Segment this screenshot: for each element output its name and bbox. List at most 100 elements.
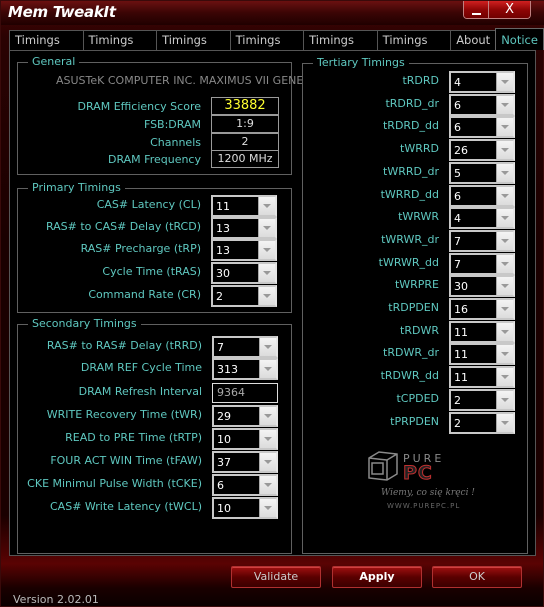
primary-3-combo[interactable]: 30 bbox=[211, 262, 277, 284]
tertiary-trdrd-dd-combo[interactable]: 6 bbox=[449, 116, 515, 139]
dropdown-button[interactable] bbox=[496, 368, 513, 387]
secondary-5-combo[interactable]: 37 bbox=[212, 451, 278, 473]
secondary-6-combo[interactable]: 6 bbox=[212, 474, 278, 496]
title-bar[interactable]: Mem TweakIt X bbox=[1, 1, 544, 25]
general-title: General bbox=[28, 55, 80, 69]
dropdown-button[interactable] bbox=[496, 254, 513, 273]
tertiary-trdwr-dd-combo[interactable]: 11 bbox=[449, 366, 515, 389]
tertiary-twrrd-dr-combo[interactable]: 5 bbox=[449, 161, 515, 184]
secondary-0-combo[interactable]: 7 bbox=[212, 336, 278, 358]
tertiary-trdpden-combo[interactable]: 16 bbox=[449, 298, 515, 320]
dropdown-button[interactable] bbox=[496, 322, 513, 341]
dropdown-button[interactable] bbox=[496, 186, 513, 205]
validate-button[interactable]: Validate bbox=[231, 566, 321, 588]
tertiary-twrrd-value: 26 bbox=[454, 144, 468, 158]
tertiary-trdwr-label: tRDWR bbox=[400, 323, 439, 337]
minimize-button[interactable] bbox=[464, 1, 490, 18]
purepc-logo-icon: PURE PC Wiemy, co się kręci ! WWW.PUREPC… bbox=[368, 451, 475, 510]
tertiary-twrrd-dd-combo[interactable]: 6 bbox=[449, 184, 515, 207]
chevron-down-icon bbox=[263, 248, 271, 252]
tab-timings-3[interactable]: Timings #3 bbox=[156, 30, 231, 66]
dropdown-button[interactable] bbox=[496, 163, 513, 182]
primary-1-combo[interactable]: 13 bbox=[211, 217, 277, 239]
tab-bar: Timings #1 Timings #2 Timings #3 Timings… bbox=[9, 28, 544, 66]
secondary-3-combo[interactable]: 29 bbox=[212, 405, 278, 427]
tertiary-tcpded-combo[interactable]: 2 bbox=[449, 388, 515, 411]
tab-timings-5[interactable]: Timings #5 bbox=[303, 30, 378, 66]
primary-0-combo[interactable]: 11 bbox=[211, 195, 277, 217]
tertiary-twrpre-combo[interactable]: 30 bbox=[449, 275, 515, 298]
primary-3-label: Cycle Time (tRAS) bbox=[102, 265, 201, 278]
tertiary-twrwr-dd-label: tWRWR_dd bbox=[378, 255, 439, 269]
refresh-interval-field[interactable]: 9364 bbox=[212, 383, 278, 403]
tab-timings-1[interactable]: Timings #1 bbox=[9, 30, 84, 66]
slogan: Wiemy, co się kręci ! bbox=[381, 488, 475, 498]
tertiary-timings-title: Tertiary Timings bbox=[313, 56, 409, 70]
tertiary-trdrd-dr-combo[interactable]: 6 bbox=[449, 93, 515, 116]
tertiary-twrrd-combo[interactable]: 26 bbox=[449, 139, 515, 162]
chevron-down-icon bbox=[501, 193, 509, 198]
version-label: Version 2.02.01 bbox=[13, 593, 99, 606]
brand-bottom: PC bbox=[403, 462, 433, 484]
dropdown-button[interactable] bbox=[496, 209, 513, 228]
secondary-2-label: DRAM Refresh Interval bbox=[78, 385, 202, 398]
secondary-3-value: 29 bbox=[217, 410, 231, 423]
secondary-4-combo[interactable]: 10 bbox=[212, 428, 278, 450]
dropdown-button[interactable] bbox=[496, 277, 513, 296]
dropdown-button[interactable] bbox=[496, 390, 513, 409]
tertiary-twrwr-dd-combo[interactable]: 7 bbox=[449, 252, 515, 275]
chevron-down-icon bbox=[501, 420, 509, 425]
dropdown-button[interactable] bbox=[259, 360, 276, 378]
chevron-down-icon bbox=[264, 414, 272, 418]
tertiary-trdwr-combo[interactable]: 11 bbox=[449, 320, 515, 343]
tertiary-trdrd-dd-label: tRDRD_dd bbox=[382, 119, 439, 133]
tertiary-twrwr-dr-value: 7 bbox=[454, 234, 461, 248]
dropdown-button[interactable] bbox=[496, 95, 513, 114]
secondary-1-combo[interactable]: 313 bbox=[212, 358, 278, 380]
close-button[interactable]: X bbox=[489, 1, 530, 18]
tertiary-trdwr-dr-combo[interactable]: 11 bbox=[449, 343, 515, 366]
tab-about[interactable]: About bbox=[450, 30, 497, 50]
dropdown-button[interactable] bbox=[496, 413, 513, 432]
tertiary-twrwr-combo[interactable]: 4 bbox=[449, 207, 515, 230]
dropdown-button[interactable] bbox=[258, 287, 275, 305]
dropdown-button[interactable] bbox=[496, 300, 513, 318]
primary-2-label: RAS# Precharge (tRP) bbox=[80, 242, 201, 255]
chevron-down-icon bbox=[263, 271, 271, 275]
ok-button[interactable]: OK bbox=[432, 566, 522, 588]
dropdown-button[interactable] bbox=[258, 241, 275, 259]
tertiary-tcpded-value: 2 bbox=[454, 393, 461, 407]
dropdown-button[interactable] bbox=[259, 407, 276, 425]
apply-button[interactable]: Apply bbox=[332, 566, 422, 588]
dropdown-button[interactable] bbox=[496, 231, 513, 250]
primary-4-value: 2 bbox=[216, 290, 223, 303]
primary-4-combo[interactable]: 2 bbox=[211, 285, 277, 307]
dropdown-button[interactable] bbox=[496, 345, 513, 364]
dropdown-button[interactable] bbox=[258, 264, 275, 282]
tab-timings-4[interactable]: Timings #4 bbox=[229, 30, 305, 66]
mem-tweakit-window: Mem TweakIt X Timings #1 Timings #2 Timi… bbox=[0, 0, 544, 607]
dropdown-button[interactable] bbox=[259, 430, 276, 448]
tab-notice[interactable]: Notice bbox=[495, 28, 544, 50]
tertiary-tprpden-combo[interactable]: 2 bbox=[449, 411, 515, 434]
tertiary-trdwr-dd-label: tRDWR_dd bbox=[380, 369, 439, 383]
dropdown-button[interactable] bbox=[496, 118, 513, 137]
tab-timings-2[interactable]: Timings #2 bbox=[82, 30, 158, 66]
dram-frequency-value: 1200 MHz bbox=[211, 150, 279, 168]
dropdown-button[interactable] bbox=[258, 197, 275, 215]
dropdown-button[interactable] bbox=[258, 219, 275, 237]
dropdown-button[interactable] bbox=[259, 499, 276, 517]
chevron-down-icon bbox=[501, 284, 509, 289]
chevron-down-icon bbox=[263, 226, 271, 230]
tertiary-twrwr-dr-combo[interactable]: 7 bbox=[449, 229, 515, 252]
secondary-7-combo[interactable]: 10 bbox=[212, 497, 278, 519]
primary-2-combo[interactable]: 13 bbox=[211, 239, 277, 261]
dropdown-button[interactable] bbox=[496, 141, 513, 160]
dropdown-button[interactable] bbox=[496, 73, 513, 91]
fsb-dram-value: 1:9 bbox=[211, 115, 279, 133]
tertiary-trdrd-combo[interactable]: 4 bbox=[449, 71, 515, 93]
dropdown-button[interactable] bbox=[259, 453, 276, 471]
dropdown-button[interactable] bbox=[259, 476, 276, 494]
dropdown-button[interactable] bbox=[259, 338, 276, 356]
tab-timings-6[interactable]: Timings #6 bbox=[376, 30, 452, 66]
